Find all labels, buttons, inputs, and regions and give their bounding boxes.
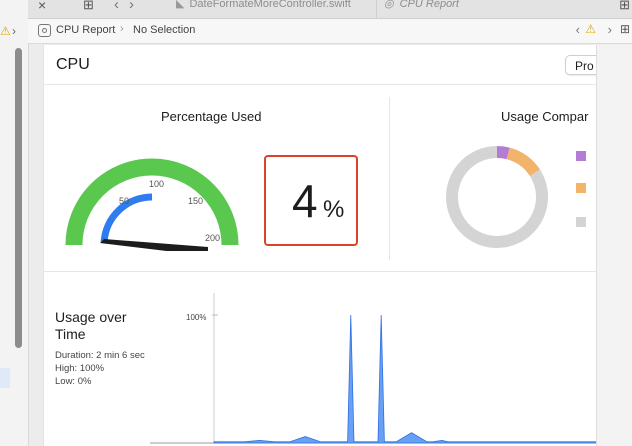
gauge-tick-label: 100 xyxy=(149,179,164,189)
gauge-icon xyxy=(38,24,51,37)
cpu-gauge: 50 100 150 200 xyxy=(65,158,239,251)
percentage-readout: 4 % xyxy=(264,155,358,246)
tab-divider xyxy=(376,0,377,18)
breadcrumb-selection[interactable]: No Selection xyxy=(133,24,195,36)
history-nav[interactable]: ‹› xyxy=(114,0,144,13)
divider xyxy=(44,84,597,85)
chevron-left-icon[interactable]: ‹ xyxy=(114,0,129,13)
inspector-edge xyxy=(596,45,632,446)
chevron-right-icon[interactable]: › xyxy=(12,24,16,38)
gauge-needle xyxy=(100,239,208,251)
breadcrumb-report[interactable]: CPU Report xyxy=(56,24,115,36)
cpu-report-panel: CPU Pro Percentage Used Usage Compar 50 … xyxy=(43,45,605,446)
gauge-tick-label: 150 xyxy=(188,196,203,206)
percentage-value: 4 xyxy=(292,175,318,227)
percentage-used-heading: Percentage Used xyxy=(161,109,262,124)
warning-icon: ⚠ xyxy=(0,24,11,38)
tab-cpu-report[interactable]: ◎ CPU Report xyxy=(384,0,459,10)
gauge-tick-label: 50 xyxy=(119,196,129,206)
usage-comparison-heading: Usage Compar xyxy=(501,109,589,124)
report-title: CPU xyxy=(56,56,90,73)
donut-slice xyxy=(506,147,541,177)
gauge-icon: ◎ xyxy=(384,0,394,10)
high-stat: High: 100% xyxy=(55,363,105,374)
navigator-scrollbar[interactable] xyxy=(15,48,22,348)
warning-icon[interactable]: ⚠ xyxy=(585,22,596,36)
add-editor-icon[interactable]: ⊞ xyxy=(619,0,630,13)
percentage-unit: % xyxy=(323,196,345,223)
legend-swatch xyxy=(576,151,586,161)
close-icon[interactable]: × xyxy=(38,0,46,13)
usage-over-time-chart xyxy=(150,293,597,444)
legend-swatch xyxy=(576,217,586,227)
tab-label: CPU Report xyxy=(399,0,459,10)
navigator-edge: ⚠ › xyxy=(0,0,29,446)
usage-area-series xyxy=(213,314,597,444)
donut-slice xyxy=(496,146,510,160)
grid-icon[interactable]: ⊞ xyxy=(83,0,94,13)
usage-over-time-title: Usage over Time xyxy=(55,309,139,343)
divider xyxy=(389,97,390,260)
duration-stat: Duration: 2 min 6 sec xyxy=(55,350,145,361)
breadcrumb-separator: › xyxy=(120,23,124,35)
add-editor-icon[interactable]: ⊞ xyxy=(620,22,630,36)
gauge-tick-label: 200 xyxy=(205,233,220,243)
editor-tab-bar: × ⊞ ‹› ◣ DateFormateMoreController.swift … xyxy=(28,0,632,19)
chevron-right-icon[interactable]: › xyxy=(608,22,612,37)
tab-swift-file[interactable]: ◣ DateFormateMoreController.swift xyxy=(176,0,351,10)
usage-over-time-label: Usage over Time xyxy=(55,309,127,342)
legend-swatch xyxy=(576,183,586,193)
chevron-left-icon[interactable]: ‹ xyxy=(576,22,580,37)
chevron-right-icon[interactable]: › xyxy=(129,0,144,13)
usage-comparison-donut xyxy=(446,146,548,248)
jump-bar: CPU Report › No Selection ‹ ⚠ › ⊞ xyxy=(28,19,632,44)
low-stat: Low: 0% xyxy=(55,376,92,387)
swift-file-icon: ◣ xyxy=(176,0,185,10)
navigator-selection xyxy=(0,368,10,388)
tab-label: DateFormateMoreController.swift xyxy=(189,0,351,10)
divider xyxy=(44,271,597,272)
